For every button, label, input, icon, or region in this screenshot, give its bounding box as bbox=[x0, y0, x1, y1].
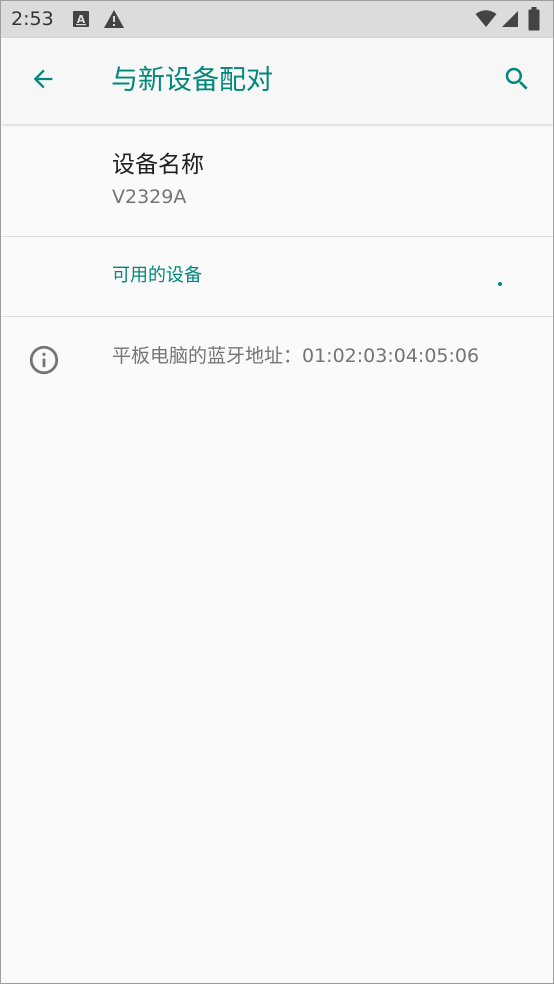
search-icon bbox=[502, 64, 532, 98]
wifi-icon bbox=[475, 10, 497, 32]
available-devices-header: 可用的设备 bbox=[112, 265, 202, 286]
info-icon bbox=[27, 343, 61, 377]
signal-icon bbox=[501, 10, 519, 32]
scanning-progress-indicator bbox=[498, 282, 502, 286]
app-bar: 与新设备配对 bbox=[1, 38, 553, 124]
status-bar: 2:53 A bbox=[1, 1, 553, 38]
battery-icon bbox=[528, 7, 540, 35]
status-time: 2:53 bbox=[11, 8, 54, 30]
screen: 2:53 A 与新设备配对 设备名称 V2329A 可用的设备 平板电脑的蓝牙地… bbox=[0, 0, 554, 984]
divider bbox=[1, 236, 553, 237]
warning-icon bbox=[103, 9, 125, 33]
bluetooth-address-text: 平板电脑的蓝牙地址：01:02:03:04:05:06 bbox=[112, 345, 480, 367]
back-button[interactable] bbox=[23, 61, 63, 101]
divider bbox=[1, 316, 553, 317]
search-button[interactable] bbox=[497, 61, 537, 101]
device-name-title: 设备名称 bbox=[112, 152, 204, 178]
arrow-back-icon bbox=[29, 65, 57, 97]
device-name-item[interactable]: 设备名称 V2329A bbox=[1, 125, 553, 236]
a-notification-icon: A bbox=[73, 11, 89, 31]
page-title: 与新设备配对 bbox=[111, 65, 273, 96]
device-name-value: V2329A bbox=[112, 186, 187, 208]
